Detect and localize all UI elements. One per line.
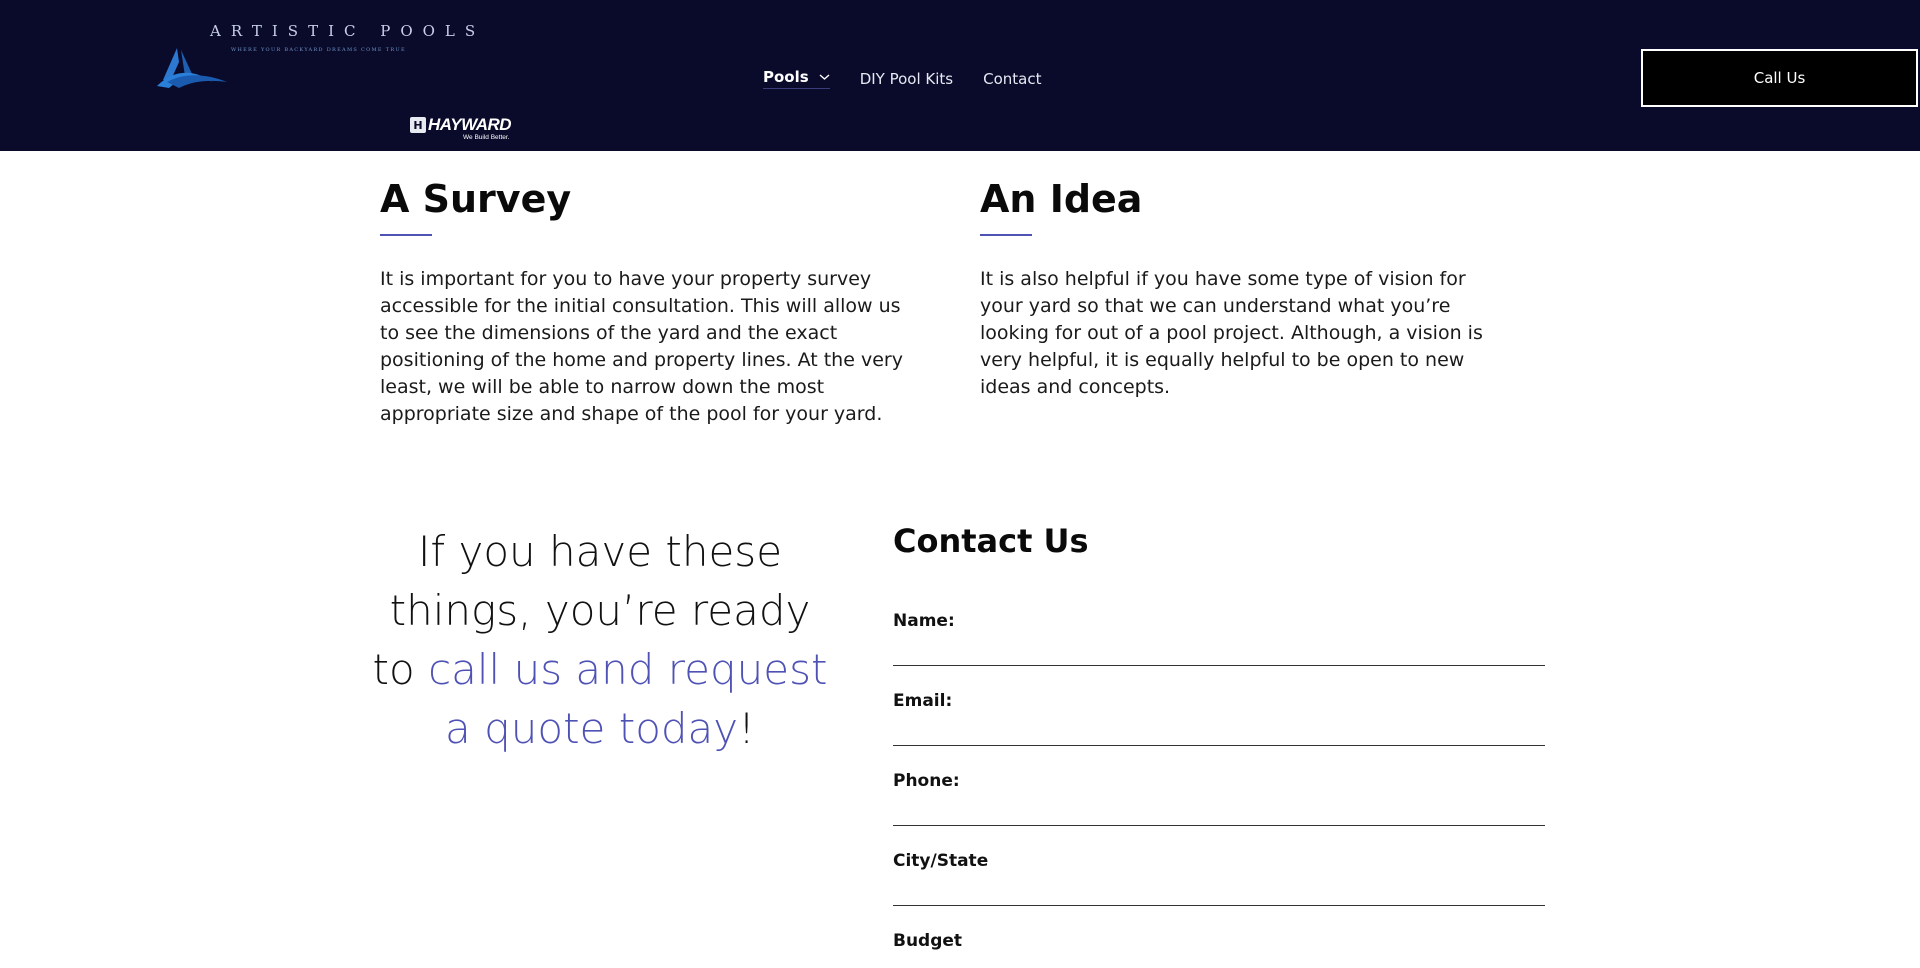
email-field[interactable] [893, 719, 1545, 746]
cta-tail: ! [738, 704, 755, 753]
budget-label: Budget [893, 931, 963, 951]
idea-body: It is also helpful if you have some type… [980, 268, 1483, 398]
survey-heading: A Survey [380, 177, 572, 221]
hayward-h-icon: H [410, 117, 426, 133]
email-label: Email: [893, 691, 953, 711]
hayward-tagline: We Build Better. [463, 134, 510, 141]
nav-item-label: DIY Pool Kits [859, 69, 954, 88]
logo-text: ARTISTIC POOLS [210, 22, 486, 40]
logo-tagline: WHERE YOUR BACKYARD DREAMS COME TRUE [231, 47, 406, 53]
city-state-field[interactable] [893, 879, 1545, 906]
phone-label: Phone: [893, 771, 960, 791]
call-to-action-text: If you have these things, you’re ready t… [372, 522, 828, 758]
contact-us-heading: Contact Us [893, 522, 1089, 560]
wave-logo-icon [157, 48, 227, 88]
idea-heading-underline [980, 234, 1032, 236]
nav-item-contact[interactable]: Contact [983, 70, 1041, 88]
nav-item-diy-pool-kits[interactable]: DIY Pool Kits [860, 70, 953, 88]
artistic-pools-logo[interactable]: ARTISTIC POOLS WHERE YOUR BACKYARD DREAM… [155, 20, 475, 95]
call-us-button[interactable]: Call Us [1641, 49, 1918, 107]
chevron-down-icon [819, 74, 830, 80]
hayward-logo[interactable]: H HAYWARD We Build Better. [410, 115, 522, 143]
nav-item-label: Pools [763, 68, 809, 86]
name-label: Name: [893, 611, 955, 631]
idea-heading: An Idea [980, 177, 1143, 221]
site-header: ARTISTIC POOLS WHERE YOUR BACKYARD DREAM… [0, 0, 1920, 151]
name-field[interactable] [893, 639, 1545, 666]
phone-field[interactable] [893, 799, 1545, 826]
survey-body: It is important for you to have your pro… [380, 268, 903, 425]
hayward-wordmark: HAYWARD [428, 115, 512, 134]
nav-item-label: Contact [983, 69, 1042, 88]
cta-highlight-link[interactable]: call us and request a quote today [428, 645, 827, 753]
survey-heading-underline [380, 234, 432, 236]
city-state-label: City/State [893, 851, 989, 871]
nav-item-pools[interactable]: Pools [763, 68, 830, 89]
main-nav: Pools DIY Pool Kits Contact [763, 68, 1071, 89]
